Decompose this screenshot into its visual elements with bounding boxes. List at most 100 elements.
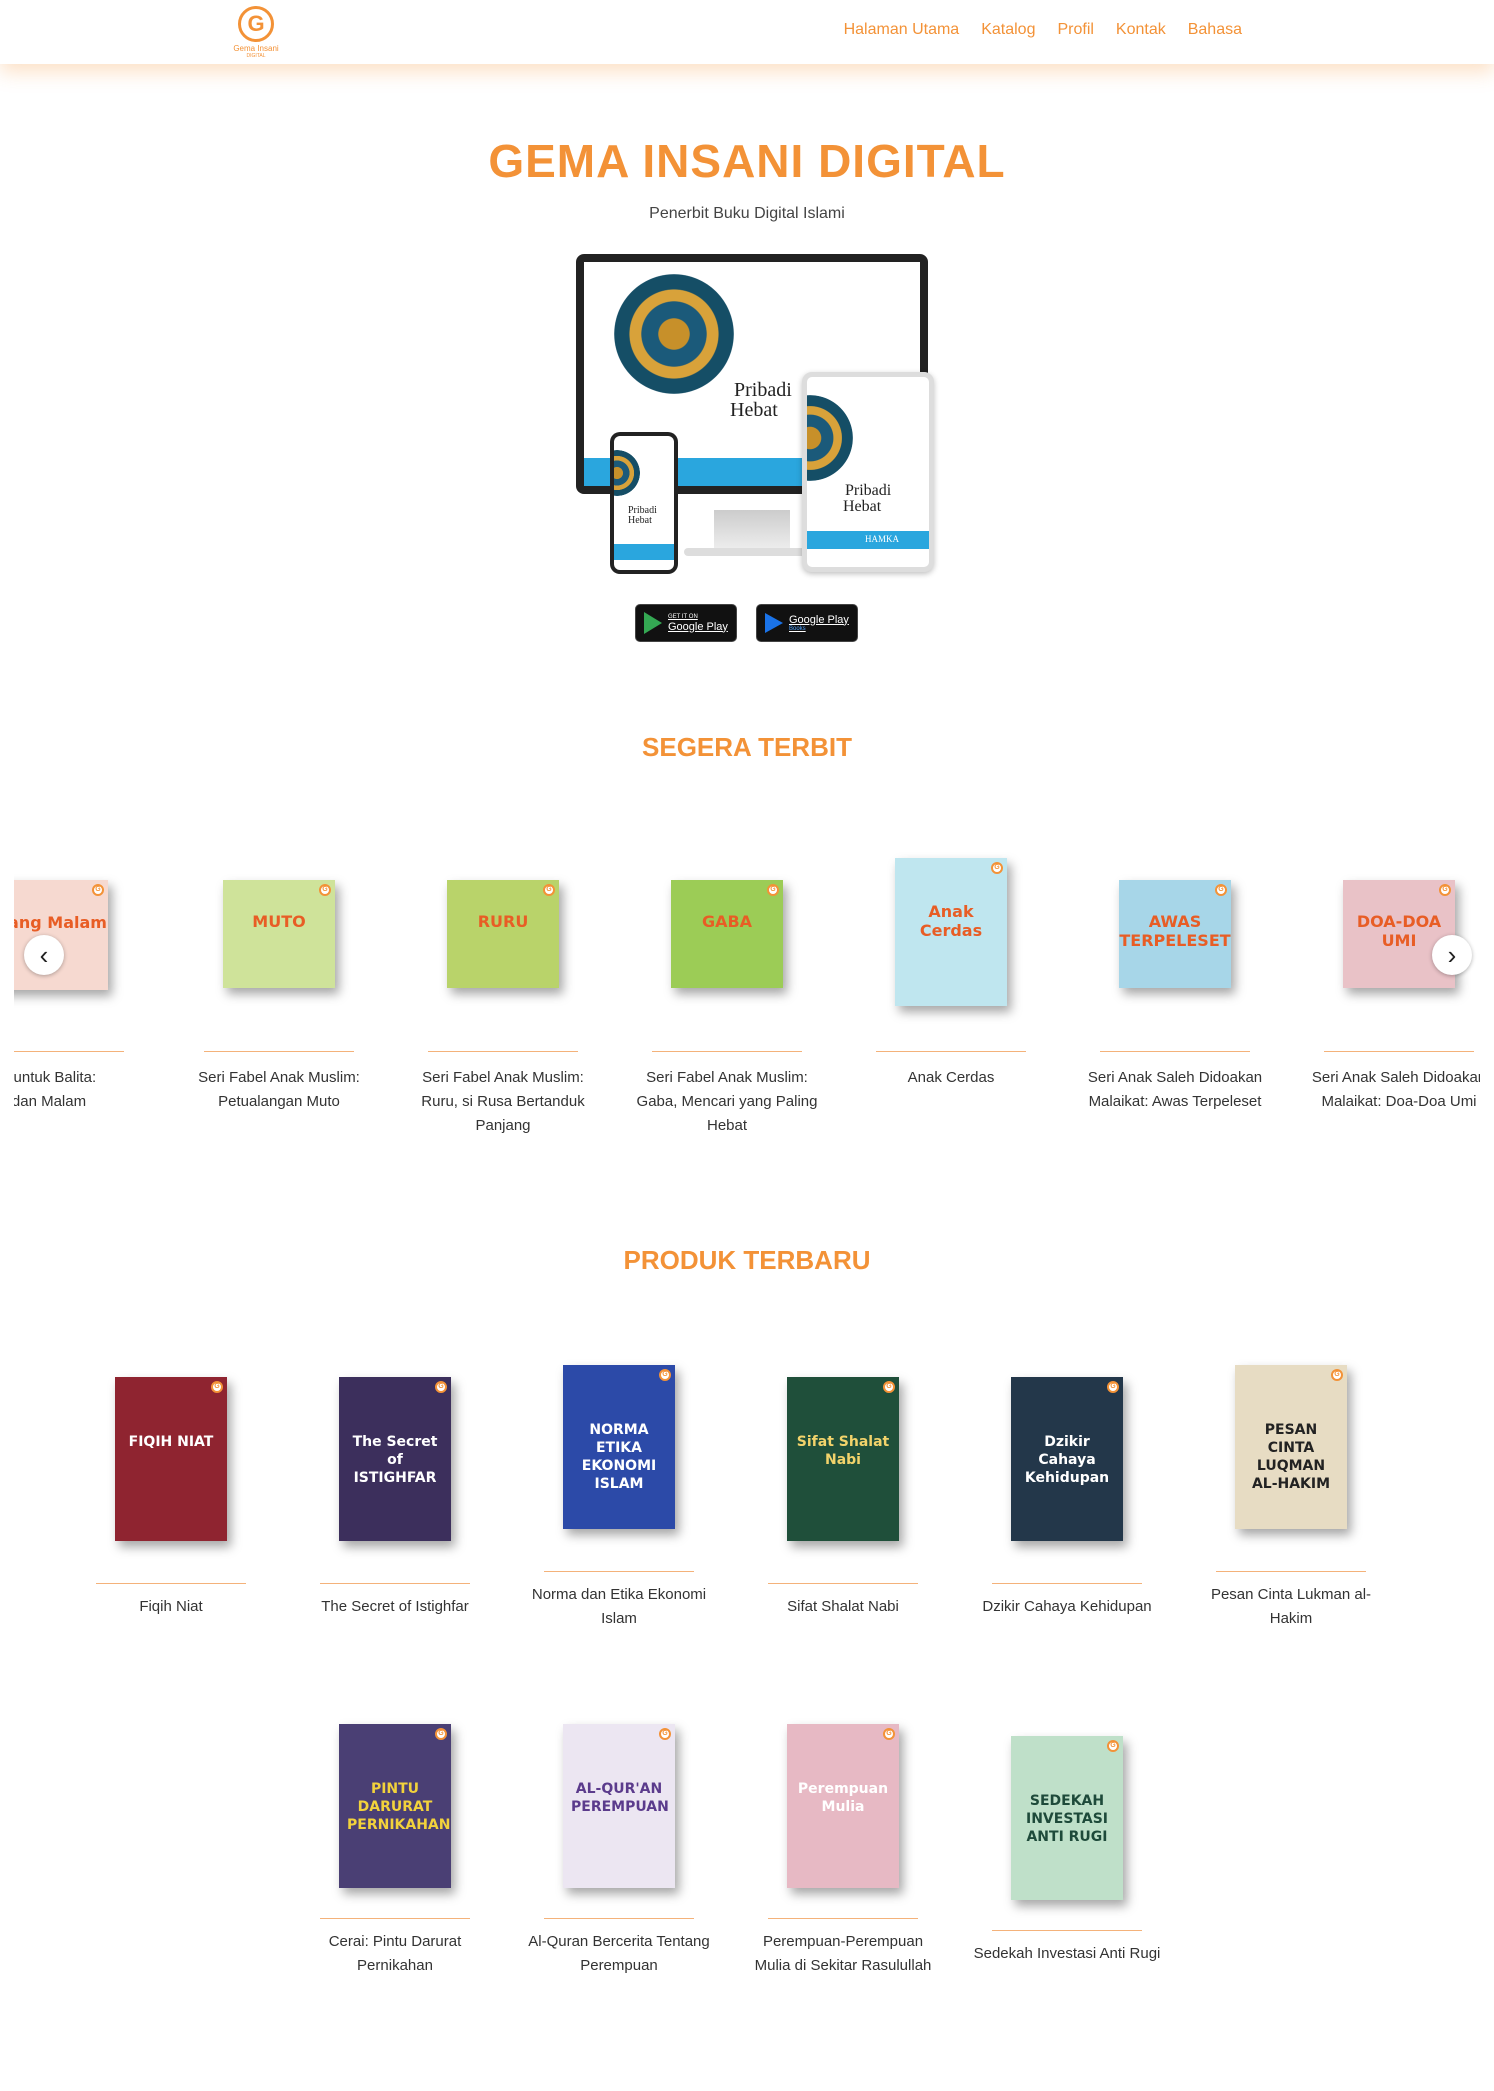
chevron-left-icon: ‹: [39, 939, 49, 970]
cover-title-text: Siang Malam: [14, 913, 107, 932]
book-cover-image[interactable]: GABA G: [671, 880, 783, 988]
product-cover-image[interactable]: Sifat Shalat Nabi G: [787, 1377, 899, 1541]
product-item[interactable]: Sifat Shalat Nabi G Sifat Shalat Nabi: [733, 1365, 953, 1665]
product-cover-image[interactable]: SEDEKAH INVESTASI ANTI RUGI G: [1011, 1736, 1123, 1900]
tablet-mockup: Pribadi Hebat HAMKA: [802, 372, 934, 572]
phone-mockup: Pribadi Hebat: [610, 432, 678, 574]
book-title-caption[interactable]: Seri Fabel Anak Muslim: Gaba, Mencari ya…: [632, 1066, 822, 1138]
store1-small-label: GET IT ON: [668, 613, 698, 620]
publisher-g-icon: G: [659, 1728, 671, 1740]
publisher-g-icon: G: [883, 1381, 895, 1393]
carousel-book-item[interactable]: Anak Cerdas G Anak Cerdas: [856, 840, 1046, 1140]
product-item[interactable]: PESAN CINTA LUQMAN AL-HAKIM G Pesan Cinta …: [1181, 1365, 1401, 1665]
logo-g-icon: G: [238, 6, 274, 42]
divider: [96, 1583, 246, 1584]
publisher-g-icon: G: [435, 1381, 447, 1393]
carousel-book-item[interactable]: AWAS TERPELESET G Seri Anak Saleh Didoakan…: [1080, 840, 1270, 1140]
book-cover-image[interactable]: MUTO G: [223, 880, 335, 988]
product-title-caption[interactable]: The Secret of Istighfar: [285, 1595, 505, 1619]
chevron-right-icon: ›: [1447, 939, 1457, 970]
publisher-g-icon: G: [883, 1728, 895, 1740]
divider: [1324, 1051, 1474, 1052]
divider: [992, 1930, 1142, 1931]
nav-katalog[interactable]: Katalog: [981, 21, 1035, 39]
book-title-caption[interactable]: Anak Cerdas: [856, 1066, 1046, 1090]
nav-kontak[interactable]: Kontak: [1116, 21, 1166, 39]
product-cover-image[interactable]: NORMA ETIKA EKONOMI ISLAM G: [563, 1365, 675, 1529]
product-title-caption[interactable]: Cerai: Pintu Darurat Pernikahan: [285, 1930, 505, 1978]
coming-soon-carousel: Siang Malam Gs untuk Balita: dan Malam MUT…: [14, 840, 1480, 1160]
book-cover-image[interactable]: RURU G: [447, 880, 559, 988]
product-item[interactable]: FIQIH NIAT G Fiqih Niat: [61, 1365, 281, 1665]
product-title-caption[interactable]: Al-Quran Bercerita Tentang Perempuan: [509, 1930, 729, 1978]
carousel-book-item[interactable]: RURU G Seri Fabel Anak Muslim: Ruru, si Ru…: [408, 840, 598, 1140]
product-item[interactable]: Perempuan Mulia G Perempuan-Perempuan Muli…: [733, 1712, 953, 2012]
book-title-caption[interactable]: Seri Anak Saleh Didoakan Malaikat: Doa-D…: [1304, 1066, 1480, 1114]
divider: [428, 1051, 578, 1052]
cover-title-text: AWAS TERPELESET: [1119, 912, 1231, 951]
brand-logo[interactable]: G Gema Insani DIGITAL: [232, 6, 280, 60]
mockup-title-1: Pribadi: [734, 379, 792, 401]
book-title-caption[interactable]: Seri Fabel Anak Muslim: Petualangan Muto: [184, 1066, 374, 1114]
store2-small-label: Books: [789, 625, 806, 632]
cover-title-text: AL-QUR'AN PEREMPUAN: [571, 1780, 669, 1815]
product-cover-image[interactable]: FIQIH NIAT G: [115, 1377, 227, 1541]
hero-subtitle: Penerbit Buku Digital Islami: [649, 205, 845, 222]
publisher-g-icon: G: [435, 1728, 447, 1740]
carousel-book-item[interactable]: Siang Malam G s untuk Balita: dan Malam: [14, 840, 144, 1140]
product-title-caption[interactable]: Perempuan-Perempuan Mulia di Sekitar Ras…: [733, 1930, 953, 1978]
carousel-prev-button[interactable]: ‹: [24, 935, 64, 975]
publisher-g-icon: G: [1107, 1740, 1119, 1752]
nav-halaman-utama[interactable]: Halaman Utama: [844, 21, 960, 39]
cover-title-text: Anak Cerdas: [919, 902, 983, 941]
section-title-produk-terbaru: PRODUK TERBARU: [623, 1245, 871, 1275]
book-cover-image[interactable]: AWAS TERPELESET G: [1119, 880, 1231, 988]
divider: [320, 1583, 470, 1584]
hero-title: GEMA INSANI DIGITAL: [488, 135, 1006, 187]
mockup-title-2: Hebat: [730, 399, 778, 421]
product-item[interactable]: SEDEKAH INVESTASI ANTI RUGI G Sedekah Inve…: [957, 1712, 1177, 2012]
product-cover-image[interactable]: PINTU DARURAT PERNIKAHAN G: [339, 1724, 451, 1888]
product-item[interactable]: The Secret of ISTIGHFAR G The Secret of Is…: [285, 1365, 505, 1665]
main-nav: Halaman Utama Katalog Profil Kontak Baha…: [844, 21, 1242, 39]
product-title-caption[interactable]: Sifat Shalat Nabi: [733, 1595, 953, 1619]
divider: [204, 1051, 354, 1052]
divider: [320, 1918, 470, 1919]
product-cover-image[interactable]: Dzikir Cahaya Kehidupan G: [1011, 1377, 1123, 1541]
carousel-book-item[interactable]: GABA G Seri Fabel Anak Muslim: Gaba, Menca…: [632, 840, 822, 1140]
book-cover-image[interactable]: Siang Malam G: [14, 880, 108, 990]
carousel-next-button[interactable]: ›: [1432, 935, 1472, 975]
google-play-badge[interactable]: GET IT ON Google Play: [635, 604, 737, 642]
cover-title-text: PINTU DARURAT PERNIKAHAN: [347, 1780, 451, 1833]
divider: [14, 1051, 124, 1052]
cover-title-text: The Secret of ISTIGHFAR: [352, 1433, 438, 1486]
product-item[interactable]: PINTU DARURAT PERNIKAHAN G Cerai: Pintu Da…: [285, 1712, 505, 2012]
book-title-caption[interactable]: Seri Anak Saleh Didoakan Malaikat: Awas …: [1080, 1066, 1270, 1114]
publisher-g-icon: G: [543, 884, 555, 896]
book-title-caption[interactable]: Seri Fabel Anak Muslim: Ruru, si Rusa Be…: [408, 1066, 598, 1138]
nav-bahasa[interactable]: Bahasa: [1188, 21, 1242, 39]
tablet-title-1: Pribadi: [845, 482, 892, 499]
publisher-g-icon: G: [659, 1369, 671, 1381]
carousel-book-item[interactable]: MUTO G Seri Fabel Anak Muslim: Petualangan…: [184, 840, 374, 1140]
carousel-book-item[interactable]: DOA-DOA UMI G Seri Anak Saleh Didoakan Mal…: [1304, 840, 1480, 1140]
product-title-caption[interactable]: Pesan Cinta Lukman al- Hakim: [1181, 1583, 1401, 1631]
product-title-caption[interactable]: Fiqih Niat: [61, 1595, 281, 1619]
publisher-g-icon: G: [211, 1381, 223, 1393]
product-item[interactable]: NORMA ETIKA EKONOMI ISLAM G Norma dan Etik…: [509, 1365, 729, 1665]
product-cover-image[interactable]: Perempuan Mulia G: [787, 1724, 899, 1888]
product-title-caption[interactable]: Sedekah Investasi Anti Rugi: [957, 1942, 1177, 1966]
book-cover-image[interactable]: Anak Cerdas G: [895, 858, 1007, 1006]
product-title-caption[interactable]: Norma dan Etika Ekonomi Islam: [509, 1583, 729, 1631]
product-cover-image[interactable]: The Secret of ISTIGHFAR G: [339, 1377, 451, 1541]
product-title-caption[interactable]: Dzikir Cahaya Kehidupan: [957, 1595, 1177, 1619]
product-cover-image[interactable]: AL-QUR'AN PEREMPUAN G: [563, 1724, 675, 1888]
book-cover-image[interactable]: DOA-DOA UMI G: [1343, 880, 1455, 988]
product-item[interactable]: AL-QUR'AN PEREMPUAN G Al-Quran Bercerita T…: [509, 1712, 729, 2012]
nav-profil[interactable]: Profil: [1057, 21, 1093, 39]
book-title-caption[interactable]: s untuk Balita: dan Malam: [14, 1066, 144, 1114]
product-cover-image[interactable]: PESAN CINTA LUQMAN AL-HAKIM G: [1235, 1365, 1347, 1529]
product-item[interactable]: Dzikir Cahaya Kehidupan G Dzikir Cahaya Ke…: [957, 1365, 1177, 1665]
google-play-books-badge[interactable]: Google Play Books: [756, 604, 858, 642]
cover-title-text: PESAN CINTA LUQMAN AL-HAKIM: [1251, 1421, 1331, 1492]
